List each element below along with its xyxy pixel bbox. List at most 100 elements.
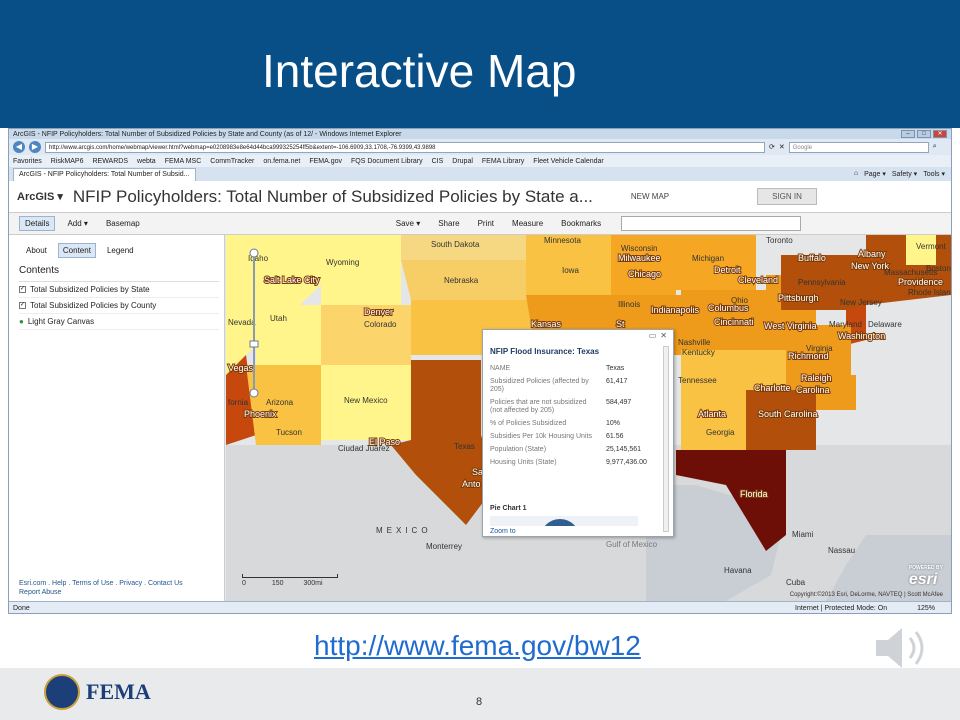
contents-panel: About Content Legend Contents ✓ Total Su… (9, 235, 225, 601)
favorite-link[interactable]: RiskMAP6 (51, 158, 84, 165)
stop-icon[interactable]: ✕ (779, 143, 785, 151)
dhs-seal-icon (44, 674, 80, 710)
maximize-button[interactable]: □ (917, 130, 931, 138)
title-bar: Interactive Map (0, 0, 960, 128)
browser-tab[interactable]: ArcGIS - NFIP Policyholders: Total Numbe… (13, 167, 196, 181)
popup-value: 61.56 (606, 433, 624, 440)
popup-label: Population (State) (490, 446, 547, 453)
print-button[interactable]: Print (472, 216, 500, 231)
favorite-link[interactable]: CommTracker (210, 158, 254, 165)
favorite-link[interactable]: webta (137, 158, 156, 165)
tab-content[interactable]: Content (57, 243, 96, 258)
favorite-link[interactable]: FEMA.gov (309, 158, 342, 165)
favorite-link[interactable]: Fleet Vehicle Calendar (533, 158, 603, 165)
browser-status-bar: Done Internet | Protected Mode: On 125% (9, 601, 951, 613)
zoom-to-link[interactable]: Zoom to (490, 528, 516, 535)
feature-popup[interactable]: ▭ ✕ NFIP Flood Insurance: Texas NAME Texa… (482, 329, 674, 537)
forward-arrow-icon[interactable]: ▶ (29, 141, 41, 153)
search-icon[interactable]: ⌕ (933, 143, 937, 151)
tab-legend[interactable]: Legend (102, 243, 139, 258)
sign-in-button[interactable]: SIGN IN (757, 188, 817, 205)
zoom-level[interactable]: 125% (917, 605, 935, 612)
map-label: Tennessee (678, 376, 717, 385)
favorite-link[interactable]: Drupal (452, 158, 473, 165)
map-label: Buffalo (798, 253, 826, 263)
layer-item[interactable]: ✓ Total Subsidized Policies by County (19, 298, 219, 314)
favorite-link[interactable]: REWARDS (92, 158, 128, 165)
map-label: West Virginia (764, 321, 817, 331)
report-abuse-link[interactable]: Report Abuse (19, 588, 219, 597)
close-button[interactable]: ✕ (933, 130, 947, 138)
favorite-link[interactable]: FEMA Library (482, 158, 524, 165)
map-label: Wyoming (326, 258, 359, 267)
arcgis-logo[interactable]: ArcGIS ▾ (17, 190, 63, 203)
favorite-link[interactable]: FEMA MSC (165, 158, 202, 165)
pie-chart-title: Pie Chart 1 (490, 505, 527, 512)
popup-controls: ▭ ✕ (483, 330, 673, 341)
map-label: Ciudad Juárez (338, 444, 390, 453)
zoom-out-button[interactable] (249, 388, 259, 398)
popup-label: Subsidized Policies (affected by 205) (490, 378, 589, 393)
basemap-button[interactable]: Basemap (100, 216, 146, 231)
favorites-button[interactable]: Favorites (13, 158, 42, 165)
minimize-button[interactable]: – (901, 130, 915, 138)
details-button[interactable]: Details (19, 216, 56, 231)
pie-chart (540, 519, 580, 526)
link-url[interactable]: http://www.fema.gov/bw12 (314, 630, 641, 662)
add-button[interactable]: Add ▾ (61, 216, 93, 231)
layer-item[interactable]: ● Light Gray Canvas (19, 314, 219, 330)
layer-checkbox[interactable]: ✓ (19, 286, 26, 293)
new-map-link[interactable]: NEW MAP (631, 192, 669, 201)
browser-window: ArcGIS - NFIP Policyholders: Total Numbe… (8, 128, 952, 614)
map-search-input[interactable] (621, 216, 802, 231)
home-icon[interactable]: ⌂ (854, 170, 858, 178)
status-zone: Internet | Protected Mode: On 125% (795, 605, 951, 612)
popup-row: Subsidized Policies (affected by 205) 61,… (490, 376, 660, 397)
popup-label: % of Policies Subsidized (490, 420, 567, 427)
layer-checkbox[interactable]: ✓ (19, 302, 26, 309)
map-label: MEXICO (376, 526, 432, 535)
close-icon[interactable]: ✕ (660, 331, 667, 341)
popup-value: 25,145,561 (606, 446, 642, 453)
layer-item[interactable]: ✓ Total Subsidized Policies by State (19, 282, 219, 298)
map-label: Anto (462, 479, 481, 489)
address-bar[interactable]: http://www.arcgis.com/home/webmap/viewer… (45, 141, 765, 153)
browser-search-input[interactable]: Google (788, 141, 929, 153)
map-label: Nashville (678, 338, 711, 347)
map-label: Wisconsin (621, 244, 657, 253)
map-title: NFIP Policyholders: Total Number of Subs… (72, 186, 593, 206)
footer-links[interactable]: Esri.com . Help . Terms of Use . Privacy… (19, 579, 219, 588)
popup-scrollbar[interactable] (663, 346, 669, 532)
back-arrow-icon[interactable]: ◀ (13, 141, 25, 153)
zoom-slider-handle[interactable] (249, 340, 259, 348)
popup-value: 10% (606, 420, 621, 427)
zoom-in-button[interactable] (249, 248, 259, 258)
map-label: Tucson (276, 428, 302, 437)
panel-tabs: About Content Legend (21, 243, 139, 258)
pie-chart-area (490, 516, 638, 526)
map-label: Kansas (531, 319, 562, 329)
maximize-icon[interactable]: ▭ (649, 331, 657, 341)
save-button[interactable]: Save ▾ (390, 216, 426, 231)
address-bar-row: ◀ ▶ http://www.arcgis.com/home/webmap/vi… (9, 139, 951, 155)
map-label: Carolina (796, 385, 830, 395)
map-label: Miami (792, 530, 814, 539)
map-label: Georgia (706, 428, 735, 437)
popup-title: NFIP Flood Insurance: Texas (490, 347, 600, 356)
measure-button[interactable]: Measure (506, 216, 549, 231)
layer-label: Light Gray Canvas (27, 316, 95, 326)
favorite-link[interactable]: CIS (432, 158, 444, 165)
map-label: Chicago (628, 269, 661, 279)
share-button[interactable]: Share (432, 216, 465, 231)
map-label: Nevada (228, 318, 256, 327)
favorite-link[interactable]: on.fema.net (263, 158, 300, 165)
favorite-link[interactable]: FQS Document Library (351, 158, 423, 165)
popup-value: Texas (606, 365, 625, 372)
tab-about[interactable]: About (21, 243, 52, 258)
refresh-icon[interactable]: ⟳ (769, 143, 775, 151)
popup-row: Population (State) 25,145,561 (490, 444, 660, 457)
page-menu[interactable]: Page ▾ (864, 170, 886, 178)
bookmarks-button[interactable]: Bookmarks (555, 216, 607, 231)
tools-menu[interactable]: Tools ▾ (923, 170, 945, 178)
safety-menu[interactable]: Safety ▾ (892, 170, 917, 178)
